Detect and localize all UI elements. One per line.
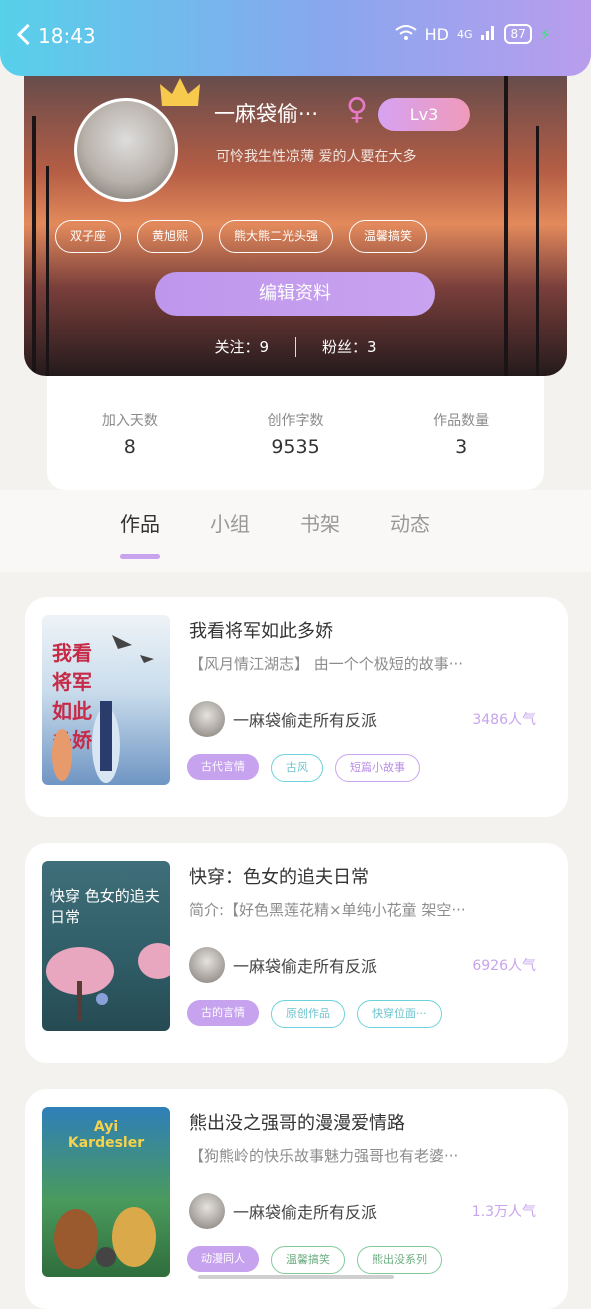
battery-icon: 87: [504, 24, 532, 44]
signal-icon: [480, 24, 496, 44]
home-indicator[interactable]: [198, 1275, 394, 1279]
book-description: 【狗熊岭的快乐故事魅力强哥也有老婆···: [189, 1147, 459, 1165]
book-tags: 动漫同人 温馨搞笑 熊出没系列: [187, 1246, 442, 1274]
book-title[interactable]: 我看将军如此多娇: [189, 617, 333, 643]
tab-works[interactable]: 作品: [120, 508, 160, 559]
author-avatar[interactable]: [189, 701, 225, 737]
book-description: 【风月情江湖志】 由一个个极短的故事···: [189, 655, 464, 673]
cover-illustration: [54, 1207, 156, 1269]
charging-icon: ⚡: [539, 24, 551, 44]
female-icon: ♀: [346, 92, 368, 127]
stat-work-count: 作品数量 3: [378, 376, 544, 490]
author-name[interactable]: 一麻袋偷走所有反派: [233, 1199, 377, 1223]
book-tag[interactable]: 熊出没系列: [357, 1246, 442, 1274]
book-tags: 古代言情 古风 短篇小故事: [187, 754, 420, 782]
following-count[interactable]: 关注：9: [214, 336, 269, 357]
stat-label: 创作字数: [267, 413, 324, 429]
book-tag[interactable]: 短篇小故事: [335, 754, 420, 782]
book-tag[interactable]: 快穿位面···: [357, 1000, 442, 1028]
tab-activity[interactable]: 动态: [390, 508, 430, 537]
profile-tags: 双子座 黄旭熙 熊大熊二光头强 温馨搞笑: [55, 220, 428, 253]
crown-icon: [160, 78, 200, 106]
cover-illustration: [46, 943, 170, 1021]
book-tag[interactable]: 原创作品: [271, 1000, 345, 1028]
cover-illustration: [52, 635, 154, 783]
tab-label: 书架: [300, 512, 340, 536]
popularity-count: 3486人气: [472, 712, 536, 728]
book-tag[interactable]: 温馨搞笑: [271, 1246, 345, 1274]
book-tag[interactable]: 古代言情: [187, 754, 259, 780]
stat-word-count: 创作字数 9535: [213, 376, 379, 490]
book-tag[interactable]: 动漫同人: [187, 1246, 259, 1272]
author-name[interactable]: 一麻袋偷走所有反派: [233, 707, 377, 731]
stat-value: 9535: [271, 436, 320, 458]
stat-value: 3: [455, 436, 468, 458]
book-card[interactable]: 快穿 色女的追夫日常 快穿：色女的追夫日常 简介:【好色黑莲花精×单纯小花童 架…: [25, 843, 568, 1063]
tab-label: 作品: [120, 512, 160, 536]
wifi-icon: [394, 24, 417, 44]
popularity-count: 6926人气: [472, 958, 536, 974]
book-tag[interactable]: 古的言情: [187, 1000, 259, 1026]
nickname: 一麻袋偷···: [214, 102, 319, 126]
author-avatar[interactable]: [189, 1193, 225, 1229]
tab-bookshelf[interactable]: 书架: [300, 508, 340, 537]
tab-bar: 作品 小组 书架 动态: [0, 490, 591, 572]
stat-join-days: 加入天数 8: [47, 376, 213, 490]
stats-panel: 加入天数 8 创作字数 9535 作品数量 3: [47, 376, 544, 490]
book-tag[interactable]: 古风: [271, 754, 323, 782]
profile-tag[interactable]: 熊大熊二光头强: [219, 220, 334, 253]
popularity-count: 1.3万人气: [471, 1204, 536, 1220]
stat-label: 作品数量: [433, 413, 490, 429]
signal-label: 4G: [456, 27, 473, 41]
level-badge: Lv3: [378, 98, 470, 131]
edit-profile-button[interactable]: 编辑资料: [155, 272, 435, 316]
stat-value: 8: [123, 436, 136, 458]
author-name[interactable]: 一麻袋偷走所有反派: [233, 953, 377, 977]
back-icon[interactable]: [16, 23, 39, 46]
profile-tag[interactable]: 双子座: [55, 220, 122, 253]
active-tab-indicator: [120, 554, 160, 559]
book-cover[interactable]: 我看将军如此多娇: [42, 615, 170, 785]
follow-stats: 关注：9 粉丝：3: [24, 336, 567, 357]
author-avatar[interactable]: [189, 947, 225, 983]
book-tags: 古的言情 原创作品 快穿位面···: [187, 1000, 442, 1028]
profile-tag[interactable]: 温馨搞笑: [349, 220, 428, 253]
network-label: HD: [424, 24, 449, 44]
book-cover[interactable]: 快穿 色女的追夫日常: [42, 861, 170, 1031]
tree-decoration: [504, 76, 508, 376]
tab-groups[interactable]: 小组: [210, 508, 250, 537]
signature: 可怜我生性凉薄 爱的人要在大多: [216, 149, 417, 165]
avatar[interactable]: [74, 98, 178, 202]
profile-header: 一麻袋偷··· ♀ Lv3 可怜我生性凉薄 爱的人要在大多 双子座 黄旭熙 熊大…: [24, 60, 567, 376]
book-card[interactable]: 我看将军如此多娇 我看将军如此多娇 【风月情江湖志】 由一个个极短的故事··· …: [25, 597, 568, 817]
book-title[interactable]: 快穿：色女的追夫日常: [189, 863, 369, 889]
status-bar: 18:43 HD 4G 87 ⚡: [0, 0, 591, 76]
status-time: 18:43: [38, 24, 96, 48]
divider: [295, 336, 296, 357]
stat-label: 加入天数: [101, 413, 158, 429]
tab-label: 小组: [210, 512, 250, 536]
fans-count[interactable]: 粉丝：3: [322, 336, 377, 357]
profile-tag[interactable]: 黄旭熙: [137, 220, 204, 253]
book-title[interactable]: 熊出没之强哥的漫漫爱情路: [189, 1109, 405, 1135]
tab-label: 动态: [390, 512, 430, 536]
book-description: 简介:【好色黑莲花精×单纯小花童 架空···: [189, 901, 466, 919]
book-cover[interactable]: Ayi Kardesler: [42, 1107, 170, 1277]
